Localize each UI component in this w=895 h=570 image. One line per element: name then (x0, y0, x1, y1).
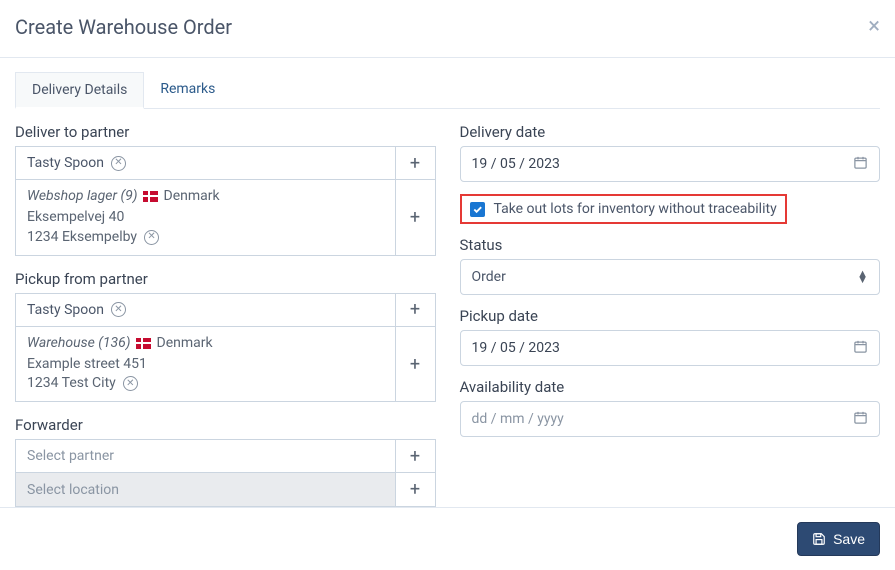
close-icon[interactable]: × (868, 16, 880, 38)
delivery-date-input[interactable]: 19 / 05 / 2023 (460, 146, 881, 182)
tab-delivery-details[interactable]: Delivery Details (15, 72, 144, 109)
availability-date-placeholder: dd / mm / yyyy (472, 411, 564, 427)
deliver-location-input[interactable]: Webshop lager (9) Denmark Eksempelvej 40… (15, 180, 396, 256)
add-deliver-location-button[interactable]: + (396, 180, 436, 256)
pickup-location-input[interactable]: Warehouse (136) Denmark Example street 4… (15, 327, 396, 403)
clear-icon[interactable]: ✕ (123, 376, 138, 391)
pickup-location-name: Warehouse (136) (27, 334, 131, 353)
save-button[interactable]: Save (797, 522, 880, 556)
calendar-icon[interactable] (853, 410, 868, 429)
deliver-partner-value: Tasty Spoon (27, 155, 104, 171)
chevron-sort-icon: ▲▼ (857, 271, 868, 283)
tabs: Delivery Details Remarks (15, 72, 880, 109)
clear-icon[interactable]: ✕ (144, 230, 159, 245)
availability-date-input[interactable]: dd / mm / yyyy (460, 401, 881, 437)
forwarder-partner-input[interactable]: Select partner (15, 439, 396, 473)
pickup-from-label: Pickup from partner (15, 270, 436, 288)
calendar-icon[interactable] (853, 339, 868, 358)
deliver-to-label: Deliver to partner (15, 123, 436, 141)
pickup-partner-value: Tasty Spoon (27, 302, 104, 318)
clear-icon[interactable]: ✕ (111, 156, 126, 171)
deliver-location-street: Eksempelvej 40 (27, 208, 124, 227)
add-forwarder-partner-button[interactable]: + (396, 439, 436, 473)
add-forwarder-location-button[interactable]: + (396, 473, 436, 507)
forwarder-location-placeholder: Select location (27, 482, 119, 498)
deliver-location-city: 1234 Eksempelby (27, 228, 137, 247)
save-icon (812, 532, 826, 546)
flag-dk-icon (143, 191, 158, 202)
traceability-label: Take out lots for inventory without trac… (494, 201, 777, 217)
traceability-checkbox-row[interactable]: Take out lots for inventory without trac… (460, 194, 787, 224)
pickup-location-country: Denmark (157, 334, 213, 353)
status-value: Order (472, 269, 506, 285)
forwarder-location-input: Select location (15, 473, 396, 507)
deliver-location-name: Webshop lager (9) (27, 187, 138, 206)
add-deliver-partner-button[interactable]: + (396, 146, 436, 180)
forwarder-label: Forwarder (15, 416, 436, 434)
traceability-checkbox[interactable] (470, 202, 485, 217)
flag-dk-icon (136, 338, 151, 349)
pickup-partner-input[interactable]: Tasty Spoon ✕ (15, 293, 396, 327)
page-title: Create Warehouse Order (15, 15, 232, 39)
pickup-date-value: 19 / 05 / 2023 (472, 340, 560, 356)
forwarder-partner-placeholder: Select partner (27, 448, 114, 464)
deliver-location-country: Denmark (164, 187, 220, 206)
deliver-partner-input[interactable]: Tasty Spoon ✕ (15, 146, 396, 180)
delivery-date-value: 19 / 05 / 2023 (472, 156, 560, 172)
pickup-date-label: Pickup date (460, 307, 881, 325)
pickup-location-city: 1234 Test City (27, 374, 116, 393)
calendar-icon[interactable] (853, 155, 868, 174)
save-button-label: Save (833, 531, 865, 547)
availability-date-label: Availability date (460, 378, 881, 396)
status-label: Status (460, 236, 881, 254)
add-pickup-location-button[interactable]: + (396, 327, 436, 403)
status-select[interactable]: Order ▲▼ (460, 259, 881, 295)
delivery-date-label: Delivery date (460, 123, 881, 141)
pickup-location-street: Example street 451 (27, 355, 147, 374)
clear-icon[interactable]: ✕ (111, 302, 126, 317)
tab-remarks[interactable]: Remarks (144, 72, 231, 108)
pickup-date-input[interactable]: 19 / 05 / 2023 (460, 330, 881, 366)
add-pickup-partner-button[interactable]: + (396, 293, 436, 327)
